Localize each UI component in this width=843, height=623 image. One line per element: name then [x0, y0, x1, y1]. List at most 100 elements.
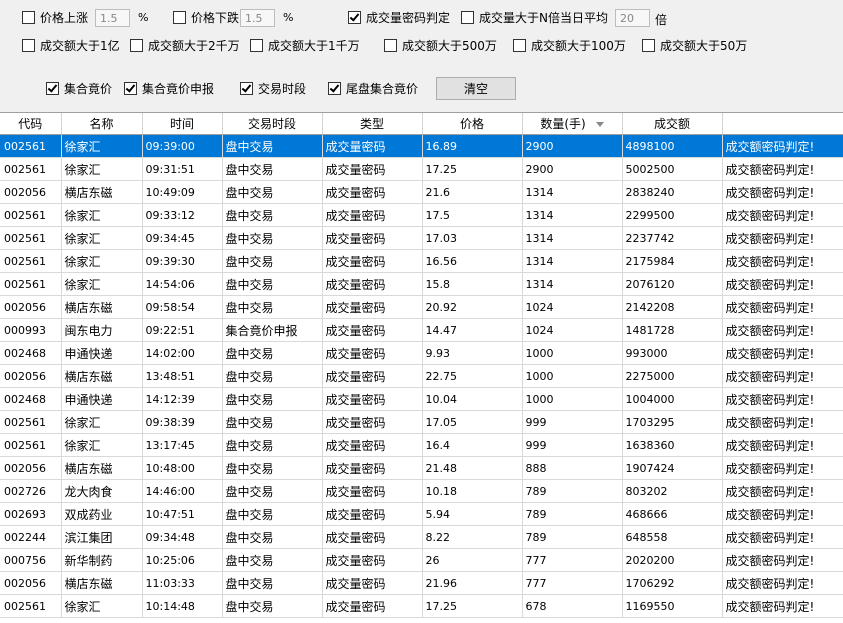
volume-times-checkbox[interactable]: 成交量大于N倍当日平均 — [461, 9, 608, 25]
cell-type: 成交量密码 — [322, 295, 423, 319]
price-up-label: 价格上涨 — [40, 10, 89, 25]
cell-note: 成交额密码判定! — [722, 548, 843, 572]
header-price[interactable]: 价格 — [422, 113, 523, 135]
cell-name: 徐家汇 — [61, 203, 143, 227]
cell-time: 09:31:51 — [142, 157, 223, 181]
table-row[interactable]: 000756 新华制药 10:25:06 盘中交易 成交量密码 26 777 2020200 成… — [0, 548, 843, 572]
cell-quantity: 1314 — [522, 226, 623, 250]
cell-session: 盘中交易 — [222, 203, 323, 227]
header-amount[interactable]: 成交额 — [622, 113, 723, 135]
cell-session: 盘中交易 — [222, 502, 323, 526]
price-down-input[interactable]: 1.5 — [240, 9, 275, 27]
cell-session: 盘中交易 — [222, 295, 323, 319]
checkbox-box[interactable] — [250, 38, 263, 52]
results-grid: 代码 名称 时间 交易时段 类型 价格 数量(手) 成交额 002561 徐家汇 0… — [0, 112, 843, 623]
checkbox-label: 成交额大于100万 — [531, 38, 626, 53]
header-type[interactable]: 类型 — [322, 113, 423, 135]
table-row[interactable]: 000993 闽东电力 09:22:51 集合竟价申报 成交量密码 14.47 1024 14… — [0, 318, 843, 342]
table-row[interactable]: 002468 申通快递 14:12:39 盘中交易 成交量密码 10.04 1000 1004… — [0, 387, 843, 411]
table-row[interactable]: 002561 徐家汇 09:38:39 盘中交易 成交量密码 17.05 999 170329… — [0, 410, 843, 434]
checkbox-box[interactable] — [328, 81, 341, 95]
table-row[interactable]: 002561 徐家汇 10:14:48 盘中交易 成交量密码 17.25 678 116955… — [0, 594, 843, 618]
checkbox-box[interactable] — [513, 38, 526, 52]
checkbox-label: 集合竟价申报 — [142, 81, 215, 96]
table-row[interactable]: 002561 徐家汇 14:54:06 盘中交易 成交量密码 15.8 1314 207612… — [0, 272, 843, 296]
call-auction-checkbox[interactable]: 集合竟价 — [46, 80, 112, 96]
price-up-checkbox[interactable]: 价格上涨 — [22, 9, 88, 25]
table-row[interactable]: 002693 双成药业 10:47:51 盘中交易 成交量密码 5.94 789 468666… — [0, 502, 843, 526]
header-quantity[interactable]: 数量(手) — [522, 113, 623, 135]
table-row[interactable]: 002561 徐家汇 09:33:12 盘中交易 成交量密码 17.5 1314 229950… — [0, 203, 843, 227]
cell-code: 002056 — [0, 180, 62, 204]
cell-quantity: 777 — [522, 548, 623, 572]
amount-over-100m-checkbox[interactable]: 成交额大于1亿 — [22, 37, 120, 53]
cell-note: 成交额密码判定! — [722, 502, 843, 526]
header-session[interactable]: 交易时段 — [222, 113, 323, 135]
header-code[interactable]: 代码 — [0, 113, 62, 135]
trading-session-checkbox[interactable]: 交易时段 — [240, 80, 306, 96]
table-row[interactable]: 002561 徐家汇 09:39:00 盘中交易 成交量密码 16.89 2900 48981… — [0, 134, 843, 158]
table-row[interactable]: 002468 申通快递 14:02:00 盘中交易 成交量密码 9.93 1000 99300… — [0, 341, 843, 365]
table-row[interactable]: 002561 徐家汇 09:39:30 盘中交易 成交量密码 16.56 1314 21759… — [0, 249, 843, 273]
table-row[interactable]: 002056 横店东磁 10:49:09 盘中交易 成交量密码 21.6 1314 28382… — [0, 180, 843, 204]
amount-over-10m-checkbox[interactable]: 成交额大于1千万 — [250, 37, 360, 53]
cell-type: 成交量密码 — [322, 157, 423, 181]
cell-quantity: 1000 — [522, 341, 623, 365]
table-row[interactable]: 002056 横店东磁 09:58:54 盘中交易 成交量密码 20.92 1024 2142… — [0, 295, 843, 319]
checkbox-box[interactable] — [124, 81, 137, 95]
checkbox-box[interactable] — [240, 81, 253, 95]
cell-time: 10:25:06 — [142, 548, 223, 572]
cell-amount: 1481728 — [622, 318, 723, 342]
cell-note: 成交额密码判定! — [722, 249, 843, 273]
cell-note: 成交额密码判定! — [722, 203, 843, 227]
cell-session: 盘中交易 — [222, 157, 323, 181]
volume-times-input[interactable]: 20 — [615, 9, 650, 27]
cell-session: 盘中交易 — [222, 387, 323, 411]
table-row[interactable]: 002561 徐家汇 09:34:45 盘中交易 成交量密码 17.03 1314 22377… — [0, 226, 843, 250]
table-row[interactable]: 002056 横店东磁 10:48:00 盘中交易 成交量密码 21.48 888 19074… — [0, 456, 843, 480]
price-down-box[interactable] — [173, 10, 186, 24]
table-row[interactable]: 002726 龙大肉食 14:46:00 盘中交易 成交量密码 10.18 789 80320… — [0, 479, 843, 503]
header-time[interactable]: 时间 — [142, 113, 223, 135]
amount-over-1m-checkbox[interactable]: 成交额大于100万 — [513, 37, 626, 53]
cell-note: 成交额密码判定! — [722, 594, 843, 618]
cell-price: 17.5 — [422, 203, 523, 227]
table-row[interactable]: 002561 徐家汇 09:31:51 盘中交易 成交量密码 17.25 2900 50025… — [0, 157, 843, 181]
header-note[interactable] — [722, 113, 843, 135]
price-up-box[interactable] — [22, 10, 35, 24]
volume-code-box[interactable] — [348, 10, 361, 24]
price-up-input[interactable]: 1.5 — [95, 9, 130, 27]
cell-amount: 2020200 — [622, 548, 723, 572]
table-row[interactable]: 002056 横店东磁 13:48:51 盘中交易 成交量密码 22.75 1000 2275… — [0, 364, 843, 388]
amount-over-20m-checkbox[interactable]: 成交额大于2千万 — [130, 37, 240, 53]
closing-auction-checkbox[interactable]: 尾盘集合竟价 — [328, 80, 418, 96]
volume-code-checkbox[interactable]: 成交量密码判定 — [348, 9, 450, 25]
cell-session: 盘中交易 — [222, 433, 323, 457]
price-down-checkbox[interactable]: 价格下跌 — [173, 9, 239, 25]
cell-note: 成交额密码判定! — [722, 226, 843, 250]
call-auction-declare-checkbox[interactable]: 集合竟价申报 — [124, 80, 214, 96]
cell-amount: 4898100 — [622, 134, 723, 158]
clear-button[interactable]: 清空 — [436, 77, 516, 100]
cell-session: 盘中交易 — [222, 180, 323, 204]
amount-over-5m-checkbox[interactable]: 成交额大于500万 — [384, 37, 497, 53]
checkbox-box[interactable] — [22, 38, 35, 52]
cell-name: 徐家汇 — [61, 226, 143, 250]
checkbox-box[interactable] — [384, 38, 397, 52]
checkbox-box[interactable] — [130, 38, 143, 52]
table-row[interactable]: 002056 横店东磁 11:03:33 盘中交易 成交量密码 21.96 777 17062… — [0, 571, 843, 595]
cell-time: 14:12:39 — [142, 387, 223, 411]
header-name[interactable]: 名称 — [61, 113, 143, 135]
cell-time: 09:39:30 — [142, 249, 223, 273]
cell-note: 成交额密码判定! — [722, 295, 843, 319]
volume-times-box[interactable] — [461, 10, 474, 24]
cell-amount: 1004000 — [622, 387, 723, 411]
table-row[interactable]: 002561 徐家汇 13:17:45 盘中交易 成交量密码 16.4 999 1638360… — [0, 433, 843, 457]
cell-time: 09:39:00 — [142, 134, 223, 158]
table-row[interactable]: 002244 滨江集团 09:34:48 盘中交易 成交量密码 8.22 789 648558… — [0, 525, 843, 549]
cell-session: 集合竟价申报 — [222, 318, 323, 342]
checkbox-box[interactable] — [642, 38, 655, 52]
cell-type: 成交量密码 — [322, 525, 423, 549]
amount-over-500k-checkbox[interactable]: 成交额大于50万 — [642, 37, 747, 53]
checkbox-box[interactable] — [46, 81, 59, 95]
